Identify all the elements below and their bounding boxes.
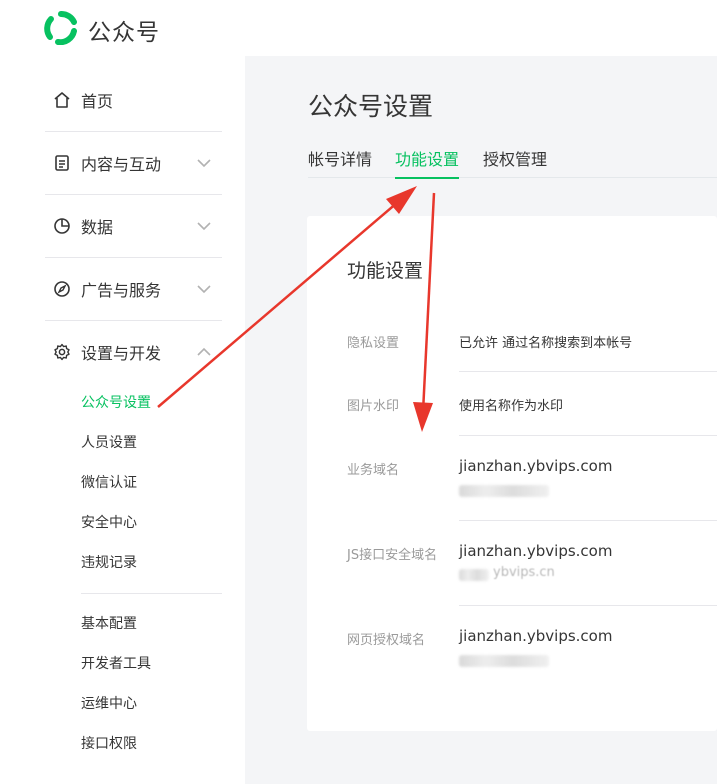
gear-icon	[52, 342, 72, 362]
business-domain-value: jianzhan.ybvips.com	[459, 457, 613, 475]
redacted-domain	[459, 655, 549, 667]
chevron-up-icon[interactable]	[196, 344, 212, 360]
sidebar-subitem-basic-config[interactable]: 基本配置	[81, 614, 137, 634]
pie-chart-icon	[52, 216, 72, 236]
sidebar-subitem-ops-center[interactable]: 运维中心	[81, 694, 137, 714]
sidebar-subitem-developer-tools[interactable]: 开发者工具	[81, 654, 151, 674]
redacted-domain	[459, 485, 549, 497]
auth-domain-value: jianzhan.ybvips.com	[459, 627, 613, 645]
top-bar: 公众号	[0, 0, 717, 56]
row-divider	[459, 520, 717, 521]
sidebar-divider	[45, 320, 222, 321]
brand-name: 公众号	[88, 20, 160, 46]
sidebar-item-label: 数据	[81, 218, 114, 237]
card-title: 功能设置	[347, 260, 424, 282]
page-title: 公众号设置	[308, 92, 434, 121]
sidebar-item-data[interactable]: 数据	[52, 211, 222, 241]
row-divider	[459, 371, 717, 372]
sidebar-subitem-security-center[interactable]: 安全中心	[81, 513, 137, 533]
sidebar-item-label: 内容与互动	[81, 155, 162, 174]
auth-domain-label: 网页授权域名	[347, 633, 426, 648]
sidebar-divider	[45, 131, 222, 132]
sidebar-item-ads[interactable]: 广告与服务	[52, 274, 222, 304]
sidebar-divider	[81, 593, 222, 594]
js-domain-value: jianzhan.ybvips.com	[459, 542, 613, 560]
sidebar-item-content[interactable]: 内容与互动	[52, 148, 222, 178]
sidebar-item-label: 广告与服务	[81, 281, 162, 300]
tab-feature-settings[interactable]: 功能设置	[395, 146, 460, 179]
wechat-mp-logo-icon[interactable]	[44, 11, 78, 45]
privacy-value: 已允许 通过名称搜索到本帐号	[459, 336, 633, 351]
main-content: 公众号设置 帐号详情 功能设置 授权管理 功能设置 隐私设置 已允许 通过名称搜…	[245, 56, 717, 784]
js-domain-label: JS接口安全域名	[347, 548, 438, 563]
sidebar-divider	[45, 194, 222, 195]
sidebar-item-home[interactable]: 首页	[52, 85, 222, 115]
sidebar-item-settings[interactable]: 设置与开发	[52, 337, 222, 367]
sidebar-subitem-wechat-verification[interactable]: 微信认证	[81, 473, 137, 493]
chevron-down-icon[interactable]	[196, 281, 212, 297]
sidebar-item-label: 设置与开发	[81, 344, 162, 363]
sidebar-subitem-api-permissions[interactable]: 接口权限	[81, 734, 137, 754]
chevron-down-icon[interactable]	[196, 155, 212, 171]
watermark-value: 使用名称作为水印	[459, 399, 564, 414]
tab-bar: 帐号详情 功能设置 授权管理	[308, 146, 717, 179]
sidebar-subitem-staff-settings[interactable]: 人员设置	[81, 433, 137, 453]
sidebar-item-label: 首页	[81, 92, 114, 111]
sidebar-divider	[45, 257, 222, 258]
tab-account-details[interactable]: 帐号详情	[308, 146, 372, 178]
tab-authorization[interactable]: 授权管理	[483, 146, 547, 178]
watermark-label: 图片水印	[347, 399, 400, 414]
redacted-domain	[459, 569, 489, 581]
sidebar-subitem-account-settings[interactable]: 公众号设置	[81, 393, 151, 413]
compass-icon	[52, 279, 72, 299]
sidebar: 首页 内容与互动 数据 广告与服务 设置与开发 公众号设置 人员设置 微信认证 …	[0, 56, 245, 784]
redacted-domain-partial: ybvips.cn	[493, 565, 555, 580]
business-domain-label: 业务域名	[347, 463, 400, 478]
document-icon	[52, 153, 72, 173]
row-divider	[459, 605, 717, 606]
feature-settings-card: 功能设置 隐私设置 已允许 通过名称搜索到本帐号 图片水印 使用名称作为水印 业…	[307, 216, 717, 731]
home-icon	[52, 90, 72, 110]
row-divider	[459, 435, 717, 436]
sidebar-subitem-violation-records[interactable]: 违规记录	[81, 553, 137, 573]
privacy-label: 隐私设置	[347, 336, 400, 351]
chevron-down-icon[interactable]	[196, 218, 212, 234]
